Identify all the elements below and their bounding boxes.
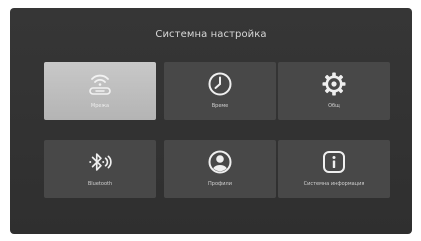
tile-time-label: Време (211, 103, 229, 109)
clock-icon (207, 71, 233, 97)
tile-profiles-label: Профили (208, 181, 232, 187)
tile-network-label: Мрежа (90, 103, 110, 109)
tile-general[interactable]: Общ (278, 62, 390, 120)
tile-time[interactable]: Време (164, 62, 276, 120)
tile-general-label: Общ (328, 103, 340, 109)
bluetooth-icon (87, 149, 113, 175)
network-icon (87, 71, 113, 97)
tile-network[interactable]: Мрежа (44, 62, 156, 120)
tile-bluetooth-label: Bluetooth (87, 181, 113, 187)
gear-icon (321, 71, 347, 97)
tile-system-info[interactable]: Системна информация (278, 140, 390, 198)
profile-icon (207, 149, 233, 175)
info-icon (321, 149, 347, 175)
tile-system-info-label: Системна информация (303, 181, 365, 187)
settings-screen: Системна настройка Мрежа Време Общ Bluet… (10, 8, 412, 234)
page-title: Системна настройка (155, 29, 267, 40)
tile-profiles[interactable]: Профили (164, 140, 276, 198)
tile-bluetooth[interactable]: Bluetooth (44, 140, 156, 198)
